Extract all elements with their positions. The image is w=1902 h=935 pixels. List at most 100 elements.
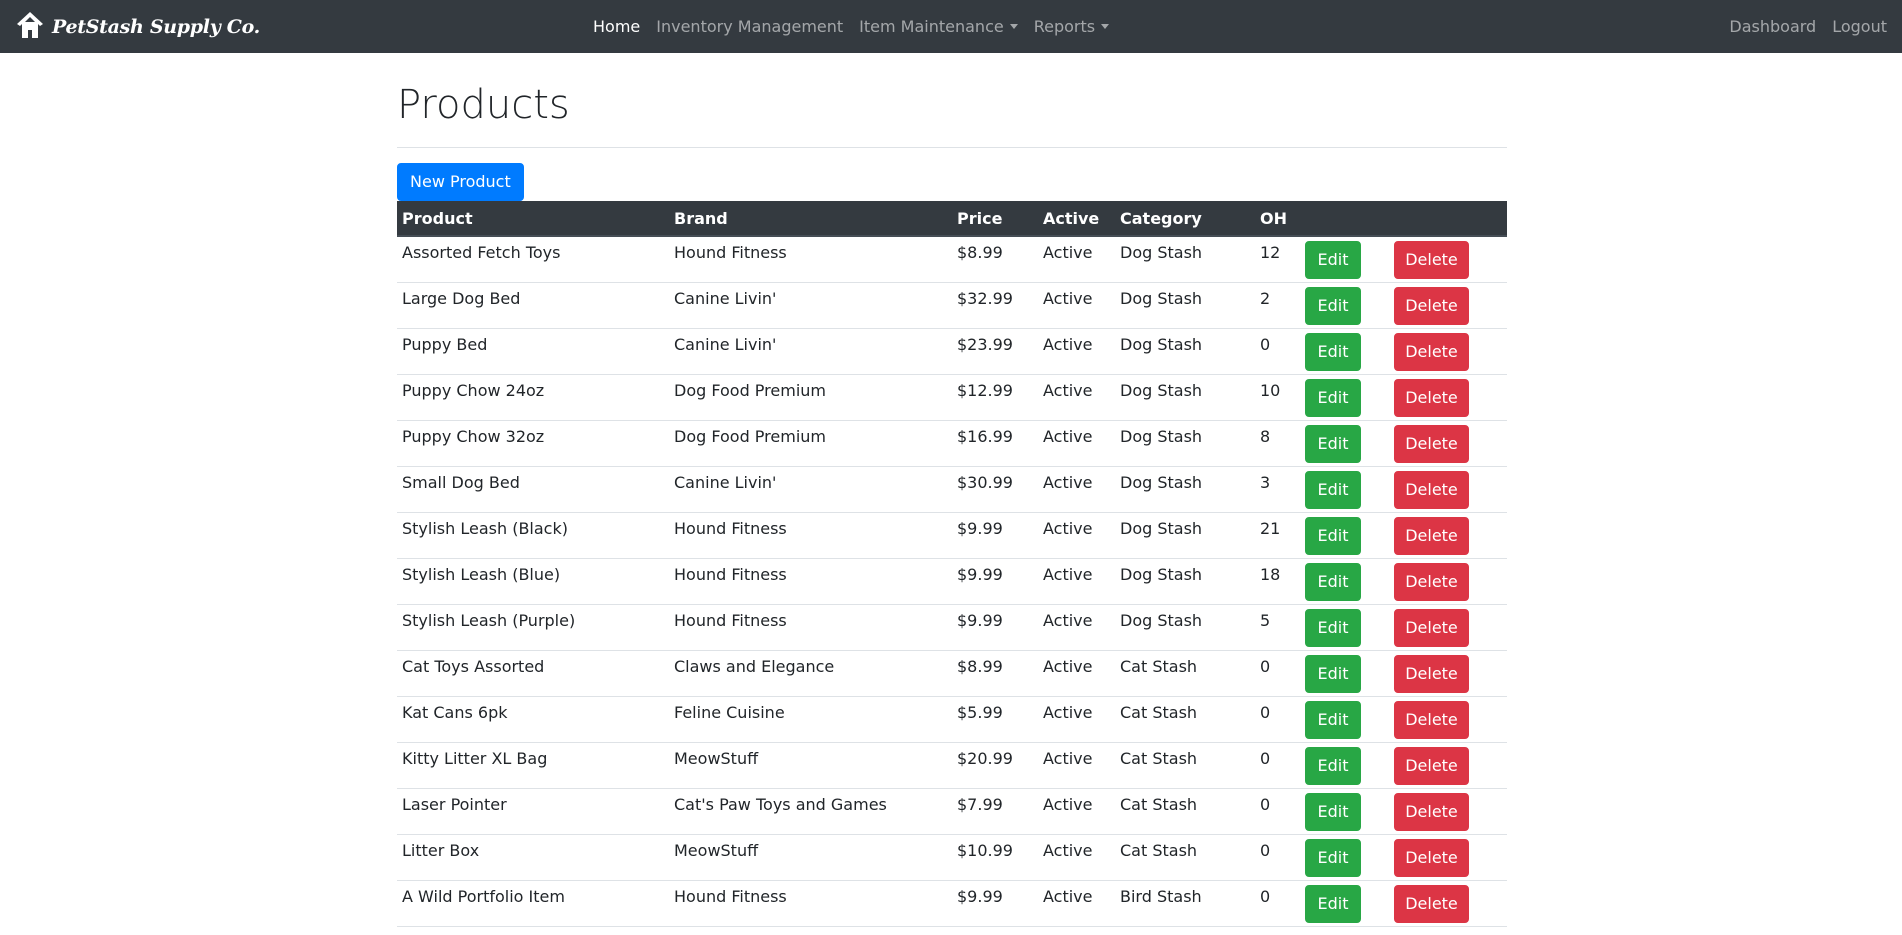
cell-active: Active bbox=[1038, 512, 1115, 559]
edit-button[interactable]: Edit bbox=[1305, 332, 1361, 371]
edit-button[interactable]: Edit bbox=[1305, 884, 1361, 923]
edit-button[interactable]: Edit bbox=[1305, 562, 1361, 601]
edit-button[interactable]: Edit bbox=[1305, 241, 1361, 279]
delete-button[interactable]: Delete bbox=[1394, 424, 1469, 463]
cell-oh: 0 bbox=[1255, 742, 1300, 789]
delete-button[interactable]: Delete bbox=[1394, 241, 1469, 279]
brand-link[interactable]: PetStash Supply Co. bbox=[16, 10, 260, 43]
header-category: Category bbox=[1115, 201, 1255, 237]
cell-delete: Delete bbox=[1389, 742, 1507, 789]
cell-brand: Hound Fitness bbox=[669, 558, 952, 605]
nav-dashboard[interactable]: Dashboard bbox=[1721, 17, 1824, 36]
cell-category: Dog Stash bbox=[1115, 604, 1255, 651]
cell-edit: Edit bbox=[1300, 742, 1389, 789]
delete-button[interactable]: Delete bbox=[1394, 286, 1469, 325]
page-title: Products bbox=[397, 82, 570, 128]
cell-category: Bird Stash bbox=[1115, 880, 1255, 927]
top-navbar: PetStash Supply Co. Home Inventory Manag… bbox=[0, 0, 1902, 53]
cell-delete: Delete bbox=[1389, 650, 1507, 697]
delete-button[interactable]: Delete bbox=[1394, 332, 1469, 371]
delete-button[interactable]: Delete bbox=[1394, 792, 1469, 831]
delete-button[interactable]: Delete bbox=[1394, 700, 1469, 739]
brand-name: PetStash Supply Co. bbox=[52, 15, 260, 38]
cell-oh: 0 bbox=[1255, 834, 1300, 881]
cell-brand: Claws and Elegance bbox=[669, 650, 952, 697]
cell-delete: Delete bbox=[1389, 512, 1507, 559]
products-table: Product Brand Price Active Category OH A… bbox=[397, 201, 1507, 927]
cell-edit: Edit bbox=[1300, 236, 1389, 283]
delete-button[interactable]: Delete bbox=[1394, 838, 1469, 877]
cell-brand: Canine Livin' bbox=[669, 328, 952, 375]
cell-edit: Edit bbox=[1300, 880, 1389, 927]
edit-button[interactable]: Edit bbox=[1305, 838, 1361, 877]
delete-button[interactable]: Delete bbox=[1394, 654, 1469, 693]
edit-button[interactable]: Edit bbox=[1305, 516, 1361, 555]
cell-brand: Dog Food Premium bbox=[669, 420, 952, 467]
cell-brand: Cat's Paw Toys and Games bbox=[669, 788, 952, 835]
cell-oh: 0 bbox=[1255, 328, 1300, 375]
edit-button[interactable]: Edit bbox=[1305, 470, 1361, 509]
table-header-row: Product Brand Price Active Category OH bbox=[397, 201, 1507, 237]
cell-product: Laser Pointer bbox=[397, 788, 669, 835]
cell-category: Dog Stash bbox=[1115, 328, 1255, 375]
delete-button[interactable]: Delete bbox=[1394, 746, 1469, 785]
cell-edit: Edit bbox=[1300, 604, 1389, 651]
edit-button[interactable]: Edit bbox=[1305, 424, 1361, 463]
cell-delete: Delete bbox=[1389, 236, 1507, 283]
cell-active: Active bbox=[1038, 650, 1115, 697]
delete-button[interactable]: Delete bbox=[1394, 516, 1469, 555]
delete-button[interactable]: Delete bbox=[1394, 562, 1469, 601]
cell-edit: Edit bbox=[1300, 696, 1389, 743]
cell-product: Kitty Litter XL Bag bbox=[397, 742, 669, 789]
table-row: Puppy Bed Canine Livin' $23.99 Active Dog St… bbox=[397, 328, 1507, 375]
delete-button[interactable]: Delete bbox=[1394, 378, 1469, 417]
cell-oh: 3 bbox=[1255, 466, 1300, 513]
cell-price: $9.99 bbox=[952, 558, 1038, 605]
cell-product: Puppy Chow 32oz bbox=[397, 420, 669, 467]
nav-item-maintenance[interactable]: Item Maintenance bbox=[851, 17, 1026, 36]
cell-edit: Edit bbox=[1300, 282, 1389, 329]
edit-button[interactable]: Edit bbox=[1305, 700, 1361, 739]
cell-category: Dog Stash bbox=[1115, 374, 1255, 421]
nav-logout[interactable]: Logout bbox=[1824, 17, 1895, 36]
cell-product: Stylish Leash (Blue) bbox=[397, 558, 669, 605]
edit-button[interactable]: Edit bbox=[1305, 792, 1361, 831]
delete-button[interactable]: Delete bbox=[1394, 470, 1469, 509]
cell-active: Active bbox=[1038, 604, 1115, 651]
delete-button[interactable]: Delete bbox=[1394, 884, 1469, 923]
cell-price: $32.99 bbox=[952, 282, 1038, 329]
edit-button[interactable]: Edit bbox=[1305, 378, 1361, 417]
cell-category: Cat Stash bbox=[1115, 696, 1255, 743]
nav-item-maintenance-label: Item Maintenance bbox=[859, 17, 1004, 36]
edit-button[interactable]: Edit bbox=[1305, 608, 1361, 647]
cell-brand: Canine Livin' bbox=[669, 282, 952, 329]
delete-button[interactable]: Delete bbox=[1394, 608, 1469, 647]
cell-delete: Delete bbox=[1389, 834, 1507, 881]
cell-delete: Delete bbox=[1389, 420, 1507, 467]
cell-delete: Delete bbox=[1389, 328, 1507, 375]
cell-price: $9.99 bbox=[952, 604, 1038, 651]
right-nav: Dashboard Logout bbox=[1721, 0, 1895, 53]
cell-delete: Delete bbox=[1389, 282, 1507, 329]
cell-price: $23.99 bbox=[952, 328, 1038, 375]
cell-brand: Hound Fitness bbox=[669, 236, 952, 283]
cell-active: Active bbox=[1038, 328, 1115, 375]
cell-product: Stylish Leash (Purple) bbox=[397, 604, 669, 651]
nav-reports[interactable]: Reports bbox=[1026, 17, 1117, 36]
new-product-button[interactable]: New Product bbox=[397, 163, 524, 201]
edit-button[interactable]: Edit bbox=[1305, 746, 1361, 785]
cell-category: Dog Stash bbox=[1115, 236, 1255, 283]
cell-edit: Edit bbox=[1300, 466, 1389, 513]
cell-price: $16.99 bbox=[952, 420, 1038, 467]
nav-inventory-management[interactable]: Inventory Management bbox=[648, 17, 851, 36]
edit-button[interactable]: Edit bbox=[1305, 286, 1361, 325]
edit-button[interactable]: Edit bbox=[1305, 654, 1361, 693]
cell-active: Active bbox=[1038, 834, 1115, 881]
cell-active: Active bbox=[1038, 374, 1115, 421]
cell-price: $9.99 bbox=[952, 880, 1038, 927]
cell-oh: 8 bbox=[1255, 420, 1300, 467]
header-product: Product bbox=[397, 201, 669, 237]
table-row: Kat Cans 6pk Feline Cuisine $5.99 Active Cat… bbox=[397, 696, 1507, 743]
nav-home[interactable]: Home bbox=[585, 17, 648, 36]
cell-category: Cat Stash bbox=[1115, 650, 1255, 697]
